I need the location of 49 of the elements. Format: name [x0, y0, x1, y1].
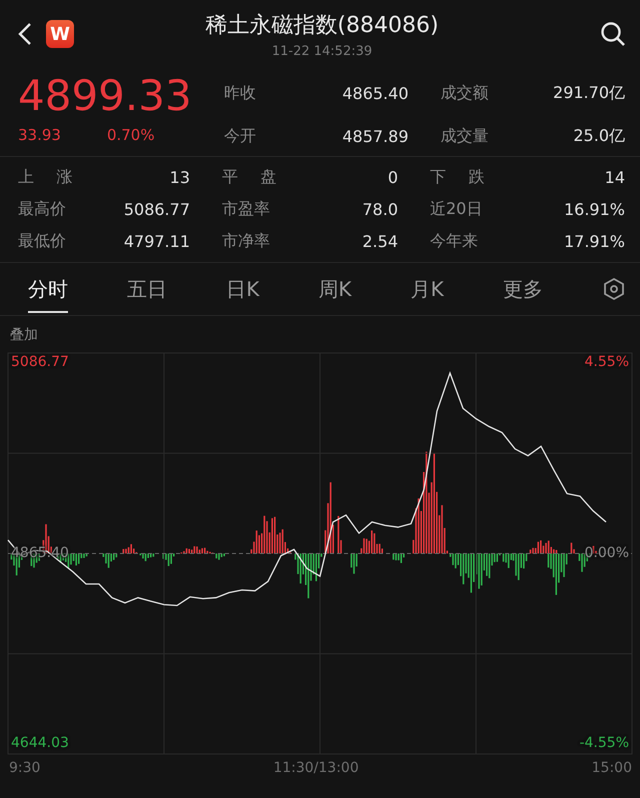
stat-value: 4865.40 — [342, 84, 408, 103]
time-axis-label: 11:30/13:00 — [273, 760, 359, 776]
stat-value: 0 — [388, 168, 398, 187]
stat-label: 上 涨 — [18, 167, 73, 188]
stat-label: 最高价 — [18, 199, 66, 220]
stat-label: 近20日 — [430, 199, 482, 220]
stat-value: 4857.89 — [342, 127, 408, 146]
stat-label: 今年来 — [430, 231, 478, 252]
percent-axis-label: -4.55% — [578, 735, 630, 751]
settings-icon[interactable] — [602, 277, 626, 301]
stat-value: 2.54 — [362, 232, 398, 251]
stat-value: 4797.11 — [124, 232, 190, 251]
percent-change: 0.70% — [106, 126, 155, 144]
stat-label: 平 盘 — [222, 167, 277, 188]
chart-tab[interactable]: 五日 — [127, 266, 168, 312]
stat-label: 今开 — [224, 126, 256, 147]
stat-value: 14 — [604, 168, 625, 187]
stat-value: 17.91% — [564, 232, 625, 251]
chart-tab[interactable]: 分时 — [28, 266, 68, 312]
stat-label: 下 跌 — [430, 167, 485, 188]
current-price: 4899.33 — [18, 72, 193, 120]
stat-value: 25.0亿 — [573, 126, 625, 147]
stat-label: 市盈率 — [222, 199, 270, 220]
search-icon[interactable] — [600, 21, 626, 47]
stat-label: 昨收 — [224, 83, 256, 104]
stat-label: 成交量 — [440, 126, 488, 147]
chart-tab[interactable]: 更多 — [502, 266, 543, 312]
back-icon[interactable] — [18, 22, 32, 46]
index-title: 稀土永磁指数(884086) — [205, 12, 439, 40]
stat-value: 291.70亿 — [553, 83, 625, 104]
stat-label: 市净率 — [222, 231, 270, 252]
time-axis-label: 15:00 — [592, 760, 632, 776]
price-change: 33.93 — [18, 126, 61, 144]
chart-tab[interactable]: 周K — [318, 266, 352, 312]
chart-tab[interactable]: 月K — [410, 266, 444, 312]
overlay-label[interactable]: 叠加 — [0, 316, 640, 348]
stat-value: 16.91% — [564, 200, 625, 219]
time-axis-label: 9:30 — [9, 760, 40, 776]
chart-tab[interactable]: 日K — [226, 266, 260, 312]
stat-label: 最低价 — [18, 231, 66, 252]
price-axis-label: 5086.77 — [10, 354, 70, 370]
price-axis-label: 4644.03 — [10, 735, 70, 751]
stat-value: 13 — [170, 168, 190, 187]
stat-label: 成交额 — [440, 83, 488, 104]
percent-axis-label: 4.55% — [584, 354, 630, 370]
timestamp: 11-22 14:52:39 — [272, 44, 372, 58]
stat-value: 5086.77 — [124, 200, 190, 219]
app-logo[interactable]: W — [46, 20, 74, 48]
stat-value: 78.0 — [362, 200, 398, 219]
